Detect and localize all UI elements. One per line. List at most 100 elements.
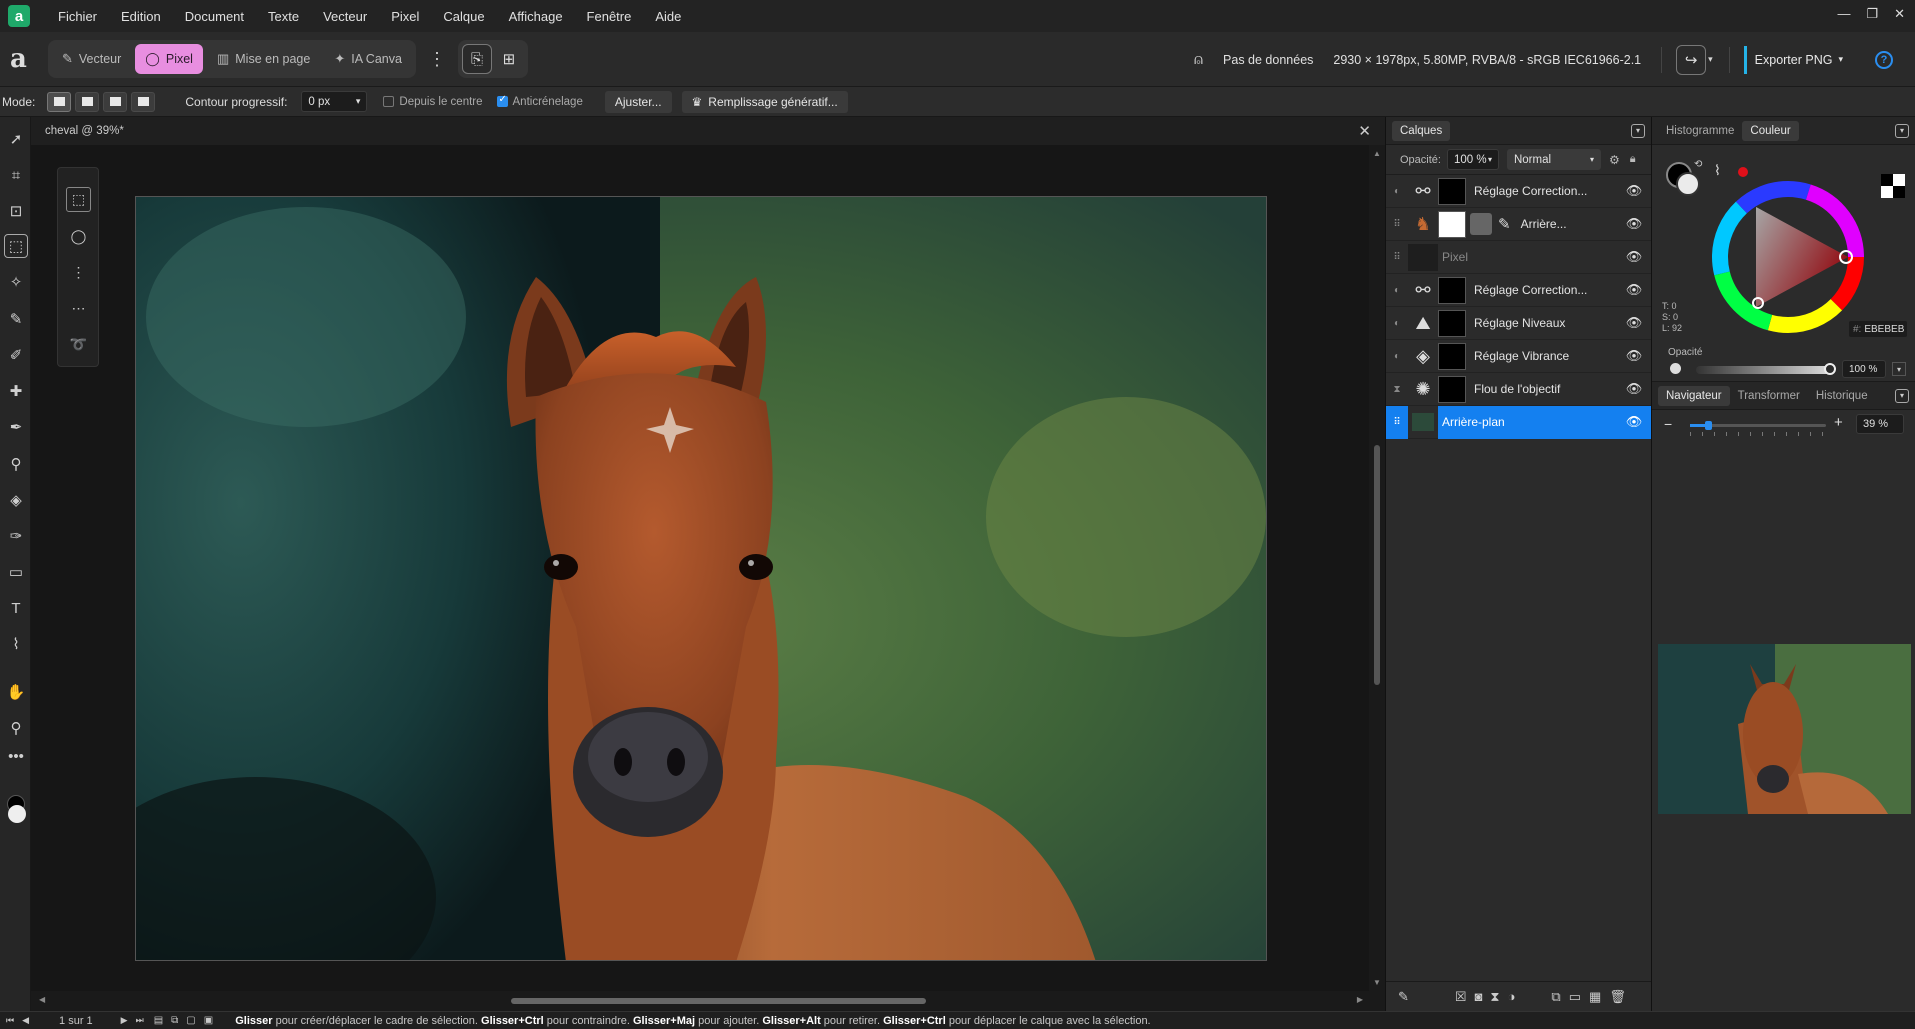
zoom-in-icon[interactable]: +	[1834, 414, 1843, 431]
layer-row[interactable]: ◐ ◈ Réglage Vibrance 👁︎	[1386, 340, 1652, 373]
layers-collapse-icon[interactable]: ▾	[1631, 123, 1645, 138]
text-tool-icon[interactable]: T	[4, 596, 28, 620]
page-copy-icon[interactable]: ▢	[186, 1015, 195, 1026]
layer-row[interactable]: ◐ ⚯ Réglage Correction... 👁︎	[1386, 175, 1652, 208]
layer-fx-icon[interactable]: ⠿	[1386, 219, 1408, 230]
navigator-collapse-icon[interactable]: ▾	[1895, 388, 1909, 403]
tab-navigator[interactable]: Navigateur	[1658, 385, 1730, 406]
layer-mask-thumbnail[interactable]	[1438, 177, 1466, 205]
grid-view-button[interactable]: ⊞	[494, 44, 524, 74]
persona-vector-button[interactable]: ✎ Vecteur	[52, 44, 131, 74]
rectangle-marquee-icon[interactable]: ⬚	[66, 187, 91, 212]
layer-fx-icon[interactable]: ⧗	[1386, 384, 1408, 395]
close-window-icon[interactable]: ✕	[1894, 6, 1905, 22]
page-settings-icon[interactable]: ▣	[204, 1015, 213, 1026]
zoom-slider[interactable]	[1690, 421, 1826, 430]
adjustment-icon[interactable]: ⧗	[1490, 989, 1499, 1005]
lock-icon[interactable]: 🔒︎	[1630, 153, 1636, 166]
lasso-icon[interactable]: ➰	[66, 332, 91, 357]
document-tab-title[interactable]: cheval @ 39%*	[45, 125, 124, 137]
next-page-icon[interactable]: ▶	[121, 1015, 128, 1026]
visibility-eye-icon[interactable]: 👁︎	[1616, 241, 1652, 274]
picked-color-swatch[interactable]	[1738, 167, 1748, 177]
zoom-tool-icon[interactable]: ⚲	[4, 716, 28, 740]
menu-texte[interactable]: Texte	[256, 9, 311, 24]
layer-row[interactable]: ⠿ ♞ ✎ Arrière... 👁︎	[1386, 208, 1652, 241]
layer-row[interactable]: ⧗ ✺ Flou de l'objectif 👁︎	[1386, 373, 1652, 406]
dodge-burn-icon[interactable]: ✒	[4, 415, 28, 439]
tab-color[interactable]: Couleur	[1742, 120, 1799, 141]
layer-fx-icon[interactable]: ◐	[1386, 351, 1408, 362]
snapping-chevron-icon[interactable]: ▾	[1708, 54, 1713, 65]
vertical-scrollbar[interactable]: ▲ ▼	[1369, 145, 1385, 991]
layer-mask-thumbnail[interactable]	[1438, 309, 1466, 337]
mode-add-button[interactable]	[75, 91, 100, 112]
zoom-slider-handle[interactable]	[1705, 421, 1712, 430]
scroll-up-icon[interactable]: ▲	[1373, 149, 1381, 158]
layer-opacity-input[interactable]: 100 % ▾	[1446, 149, 1499, 170]
move-tool-icon[interactable]: ➚	[4, 127, 28, 151]
menu-fenetre[interactable]: Fenêtre	[575, 9, 644, 24]
spread-icon[interactable]: ⧉	[171, 1015, 178, 1026]
layer-row[interactable]: ⠿ Pixel 👁︎	[1386, 241, 1652, 274]
visibility-eye-icon[interactable]: 👁︎	[1616, 274, 1652, 307]
tab-histogram[interactable]: Histogramme	[1658, 121, 1742, 141]
layer-name[interactable]: Flou de l'objectif	[1470, 373, 1616, 406]
mode-intersect-button[interactable]	[131, 91, 156, 112]
horse-photo[interactable]	[135, 196, 1267, 961]
adjust-button[interactable]: Ajuster...	[604, 90, 672, 113]
feather-input[interactable]: 0 px ▾	[301, 91, 368, 112]
swap-colors-icon[interactable]: ⟲	[1694, 159, 1702, 170]
checker-icon[interactable]: ▦	[1589, 989, 1601, 1005]
last-page-icon[interactable]: ⏭	[136, 1015, 144, 1026]
blend-mode-select[interactable]: Normal ▾	[1506, 149, 1601, 170]
layer-name[interactable]: Réglage Vibrance	[1470, 340, 1616, 373]
from-center-option[interactable]: Depuis le centre	[383, 96, 483, 108]
antialias-checkbox[interactable]	[496, 94, 508, 107]
scroll-left-icon[interactable]: ◀	[39, 995, 45, 1004]
rectangle-tool-icon[interactable]: ▭	[4, 560, 28, 584]
crop-tool-icon[interactable]: ⌗	[4, 163, 28, 187]
snapping-button[interactable]: ↪	[1676, 44, 1707, 75]
antialias-option[interactable]: Anticrénelage	[496, 94, 583, 108]
maximize-icon[interactable]: ❐	[1866, 6, 1878, 22]
default-colors-icon[interactable]	[1881, 174, 1905, 198]
menu-affichage[interactable]: Affichage	[497, 9, 575, 24]
visibility-eye-icon[interactable]: 👁︎	[1616, 208, 1652, 241]
column-marquee-icon[interactable]: ⋮	[66, 260, 91, 285]
persona-ai-button[interactable]: ✦ IA Canva	[324, 44, 412, 74]
layer-name[interactable]: Arrière...	[1517, 208, 1616, 241]
visibility-eye-icon[interactable]: 👁︎	[1616, 373, 1652, 406]
layer-name[interactable]: Pixel	[1438, 241, 1616, 274]
zoom-input[interactable]: 39 %	[1856, 414, 1904, 434]
visibility-eye-icon[interactable]: 👁︎	[1616, 307, 1652, 340]
zoom-out-icon[interactable]: −	[1664, 416, 1672, 432]
layer-name[interactable]: Réglage Niveaux	[1470, 307, 1616, 340]
layer-mask-thumbnail[interactable]	[1438, 375, 1466, 403]
edit-layer-icon[interactable]: ✎	[1398, 989, 1409, 1005]
color-opacity-slider[interactable]	[1696, 363, 1836, 375]
mask-icon[interactable]: ◙	[1475, 989, 1483, 1004]
eyedropper-tool-icon[interactable]: ⌇	[4, 632, 28, 656]
layer-name[interactable]: Réglage Correction...	[1470, 274, 1616, 307]
layer-settings-icon[interactable]: ⚙	[1609, 153, 1620, 167]
color-opacity-handle[interactable]	[1824, 363, 1836, 375]
generative-fill-button[interactable]: ♛ Remplissage génératif...	[681, 90, 848, 113]
color-swatches-icon[interactable]	[5, 795, 27, 825]
row-marquee-icon[interactable]: ⋯	[66, 296, 91, 321]
layer-row[interactable]: ⠿ Arrière-plan 👁︎	[1386, 405, 1652, 439]
add-pixel-layer-icon[interactable]: ⧉	[1551, 989, 1560, 1005]
color-opacity-input[interactable]: 100 %	[1842, 360, 1886, 378]
layer-fx-icon[interactable]: ◐	[1386, 285, 1408, 296]
pen-tool-icon[interactable]: ✑	[4, 524, 28, 548]
export-png-button[interactable]: Exporter PNG ▾	[1743, 45, 1851, 74]
mode-subtract-button[interactable]	[103, 91, 128, 112]
horizontal-scrollbar[interactable]: ◀ ▶	[31, 991, 1385, 1011]
layer-filter-thumbnail[interactable]	[1470, 213, 1492, 235]
fill-tool-icon[interactable]: ◈	[4, 488, 28, 512]
mode-new-button[interactable]	[47, 91, 72, 112]
layer-row[interactable]: ◐ ⚯ Réglage Correction... 👁︎	[1386, 274, 1652, 307]
scroll-down-icon[interactable]: ▼	[1373, 978, 1381, 987]
layer-mask-thumbnail[interactable]	[1438, 210, 1466, 238]
persona-layout-button[interactable]: ▥ Mise en page	[207, 44, 320, 74]
